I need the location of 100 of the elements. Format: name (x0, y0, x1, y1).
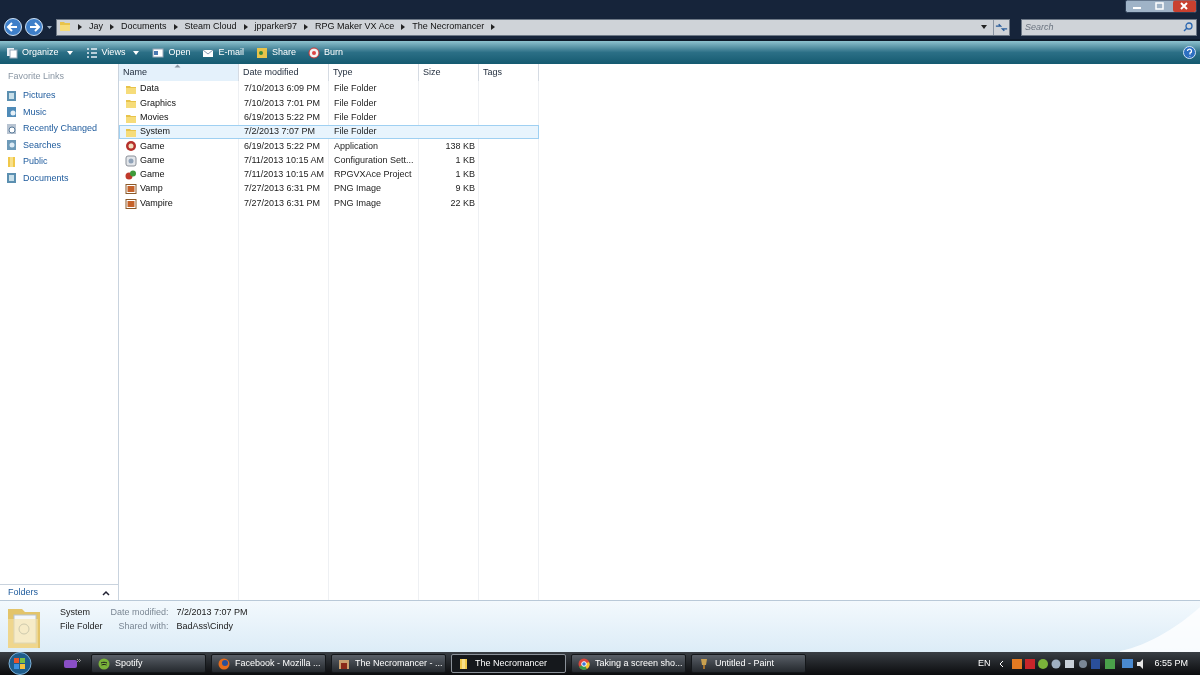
file-name: Vampire (140, 196, 173, 210)
file-size: 1 KB (455, 169, 475, 180)
file-name: Data (140, 82, 159, 96)
toolbar-button[interactable]: E-mail (200, 43, 246, 62)
section-heading: Favorite Links (7, 70, 66, 83)
window-icon (152, 46, 165, 59)
app-icon (98, 657, 110, 670)
address-bar[interactable]: Jay Documents Steam Cloud jpparker97 RPG Maker VX Ace The Necromancer (56, 18, 1010, 36)
clock[interactable]: 6:55 PM (1154, 656, 1188, 671)
file-row[interactable]: Graphics 7/10/2013 7:01 PM File Folder (119, 96, 539, 111)
file-row[interactable]: Game 7/11/2013 10:15 AM RPGVXAce Project 1 KB (119, 167, 539, 183)
file-size: 9 KB (455, 183, 475, 194)
folder-icon (125, 97, 137, 110)
file-row[interactable]: Vampire 7/27/2013 6:31 PM PNG Image 22 KB (119, 196, 539, 211)
file-name: Game (140, 168, 165, 182)
taskbar-button[interactable]: The Necromancer (451, 654, 566, 673)
sidebar-link[interactable]: Public (0, 153, 118, 170)
pages-icon (6, 46, 18, 59)
taskbar-button[interactable]: Untitled - Paint (691, 654, 806, 673)
date-modified: 7/10/2013 6:09 PM (244, 83, 321, 94)
image-file-icon (125, 197, 137, 210)
breadcrumb[interactable]: RPG Maker VX Ace (313, 20, 397, 34)
file-name: Movies (140, 111, 169, 124)
language-indicator[interactable]: EN (977, 656, 991, 671)
date-modified: 7/11/2013 10:15 AM (244, 169, 324, 180)
library-icon (6, 122, 17, 135)
file-name: Game (140, 139, 165, 153)
file-name: System (140, 125, 170, 139)
sidebar-link[interactable]: Documents (0, 170, 118, 187)
app-icon (338, 657, 350, 670)
caret-icon (65, 49, 74, 56)
sort-arrow-icon (174, 64, 181, 68)
file-name: Graphics (140, 96, 176, 110)
date-modified: 6/19/2013 5:22 PM (244, 140, 321, 151)
item-type: File Folder (60, 620, 103, 633)
breadcrumb[interactable]: The Necromancer (410, 20, 487, 34)
file-row[interactable]: Movies 6/19/2013 5:22 PM File Folder (119, 110, 539, 125)
gear-file-icon (125, 154, 137, 167)
folder-icon (6, 155, 17, 168)
field-value: BadAss\Cindy (176, 620, 235, 633)
folder-icon (125, 126, 137, 139)
toolbar-button[interactable]: Share (253, 43, 298, 62)
sidebar-link[interactable]: Music (0, 104, 118, 121)
sidebar-link[interactable]: Recently Changed (0, 120, 118, 137)
column-header[interactable]: Name (119, 64, 239, 81)
file-type: RPGVXAce Project (334, 169, 412, 180)
toolbar-button[interactable]: Open (150, 43, 193, 62)
date-modified: 6/19/2013 5:22 PM (244, 112, 321, 122)
sidebar-link[interactable]: Searches (0, 137, 118, 154)
breadcrumb[interactable]: Steam Cloud (182, 20, 239, 34)
toolbar-button[interactable]: Organize (4, 43, 76, 62)
taskbar-button[interactable]: Spotify (91, 654, 206, 673)
file-size: 138 KB (445, 140, 475, 151)
file-type: Configuration Sett... (334, 154, 414, 165)
file-type: Application (334, 140, 379, 151)
image-file-icon (125, 183, 137, 196)
taskbar-button[interactable]: Facebook - Mozilla ... (211, 654, 326, 673)
toolbar-button[interactable]: Views (83, 43, 143, 62)
folder-icon (125, 83, 137, 96)
file-type: PNG Image (334, 197, 382, 208)
app-icon (458, 657, 470, 670)
date-modified: 7/2/2013 7:07 PM (244, 126, 316, 137)
chevron-up-icon (102, 589, 110, 596)
search-icon (1183, 21, 1193, 32)
taskbar-button[interactable]: The Necromancer - ... (331, 654, 446, 673)
file-row[interactable]: Game 7/11/2013 10:15 AM Configuration Sett... 1 KB (119, 153, 539, 168)
search-field[interactable]: Search (1021, 18, 1197, 36)
file-name: Vamp (140, 182, 163, 196)
file-row[interactable]: System 7/2/2013 7:07 PM File Folder (119, 124, 539, 140)
breadcrumb[interactable]: jpparker97 (252, 20, 300, 34)
file-row[interactable]: Vamp 7/27/2013 6:31 PM PNG Image 9 KB (119, 182, 539, 197)
file-row[interactable]: Game 6/19/2013 5:22 PM Application 138 KB (119, 139, 539, 154)
file-type: File Folder (334, 112, 377, 122)
field-label: Shared with: (117, 620, 169, 633)
emblem-icon (125, 140, 137, 153)
toolbar-button[interactable]: Burn (305, 43, 345, 62)
file-size: 22 KB (450, 197, 475, 208)
file-name: Game (140, 153, 165, 167)
field-value: 7/2/2013 7:07 PM (176, 606, 248, 619)
file-type: File Folder (334, 97, 377, 108)
sidebar-link[interactable]: Pictures (0, 87, 118, 104)
breadcrumb[interactable]: Documents (119, 20, 169, 34)
taskbar-button[interactable]: Taking a screen sho... (571, 654, 686, 673)
file-row[interactable]: Data 7/10/2013 6:09 PM File Folder (119, 82, 539, 97)
library-icon (6, 106, 17, 119)
back-forward-buttons-drawing[interactable] (3, 17, 53, 37)
caret-icon (132, 49, 141, 56)
library-icon (6, 139, 17, 152)
share-icon (255, 46, 268, 59)
library-icon (6, 172, 17, 185)
item-name: System (60, 606, 91, 619)
refresh-icon[interactable] (993, 19, 1009, 35)
date-modified: 7/11/2013 10:15 AM (244, 154, 324, 165)
app-icon (578, 657, 590, 670)
window-controls-drawing (1125, 0, 1197, 13)
breadcrumb[interactable]: Jay (87, 20, 105, 34)
date-modified: 7/27/2013 6:31 PM (244, 197, 321, 208)
file-type: File Folder (334, 83, 377, 94)
date-modified: 7/27/2013 6:31 PM (244, 183, 321, 194)
app-icon (698, 657, 710, 670)
